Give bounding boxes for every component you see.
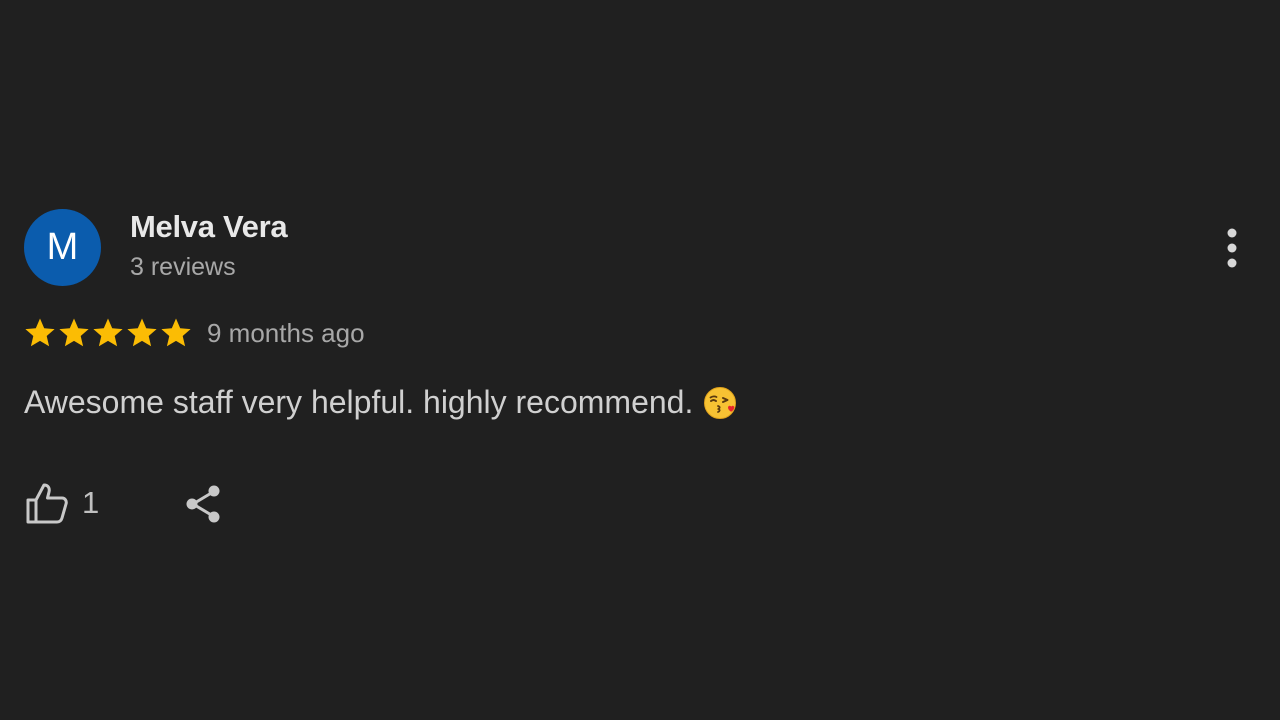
reviewer-name[interactable]: Melva Vera	[130, 209, 288, 245]
star-rating	[23, 316, 193, 350]
avatar[interactable]: M	[24, 209, 101, 286]
more-vertical-icon	[1227, 228, 1237, 268]
review-card: M Melva Vera 3 reviews 9 months ago Awes…	[0, 0, 1280, 720]
review-text: Awesome staff very helpful. highly recom…	[24, 384, 737, 421]
star-icon	[127, 318, 157, 347]
star-icon	[59, 318, 89, 347]
more-options-button[interactable]	[1212, 222, 1252, 274]
star-icon	[161, 318, 191, 347]
review-time: 9 months ago	[207, 318, 365, 348]
star-icon	[25, 318, 55, 347]
like-button[interactable]: 1	[24, 478, 99, 528]
reviewer-review-count: 3 reviews	[130, 253, 236, 281]
share-icon	[186, 485, 220, 523]
share-button[interactable]	[180, 480, 226, 528]
star-icon	[93, 318, 123, 347]
like-count: 1	[82, 485, 100, 520]
kissing-face-with-heart-emoji	[704, 386, 737, 419]
review-text-body: Awesome staff very helpful. highly recom…	[24, 384, 694, 420]
avatar-initial: M	[46, 226, 79, 268]
thumbs-up-icon	[26, 483, 68, 524]
